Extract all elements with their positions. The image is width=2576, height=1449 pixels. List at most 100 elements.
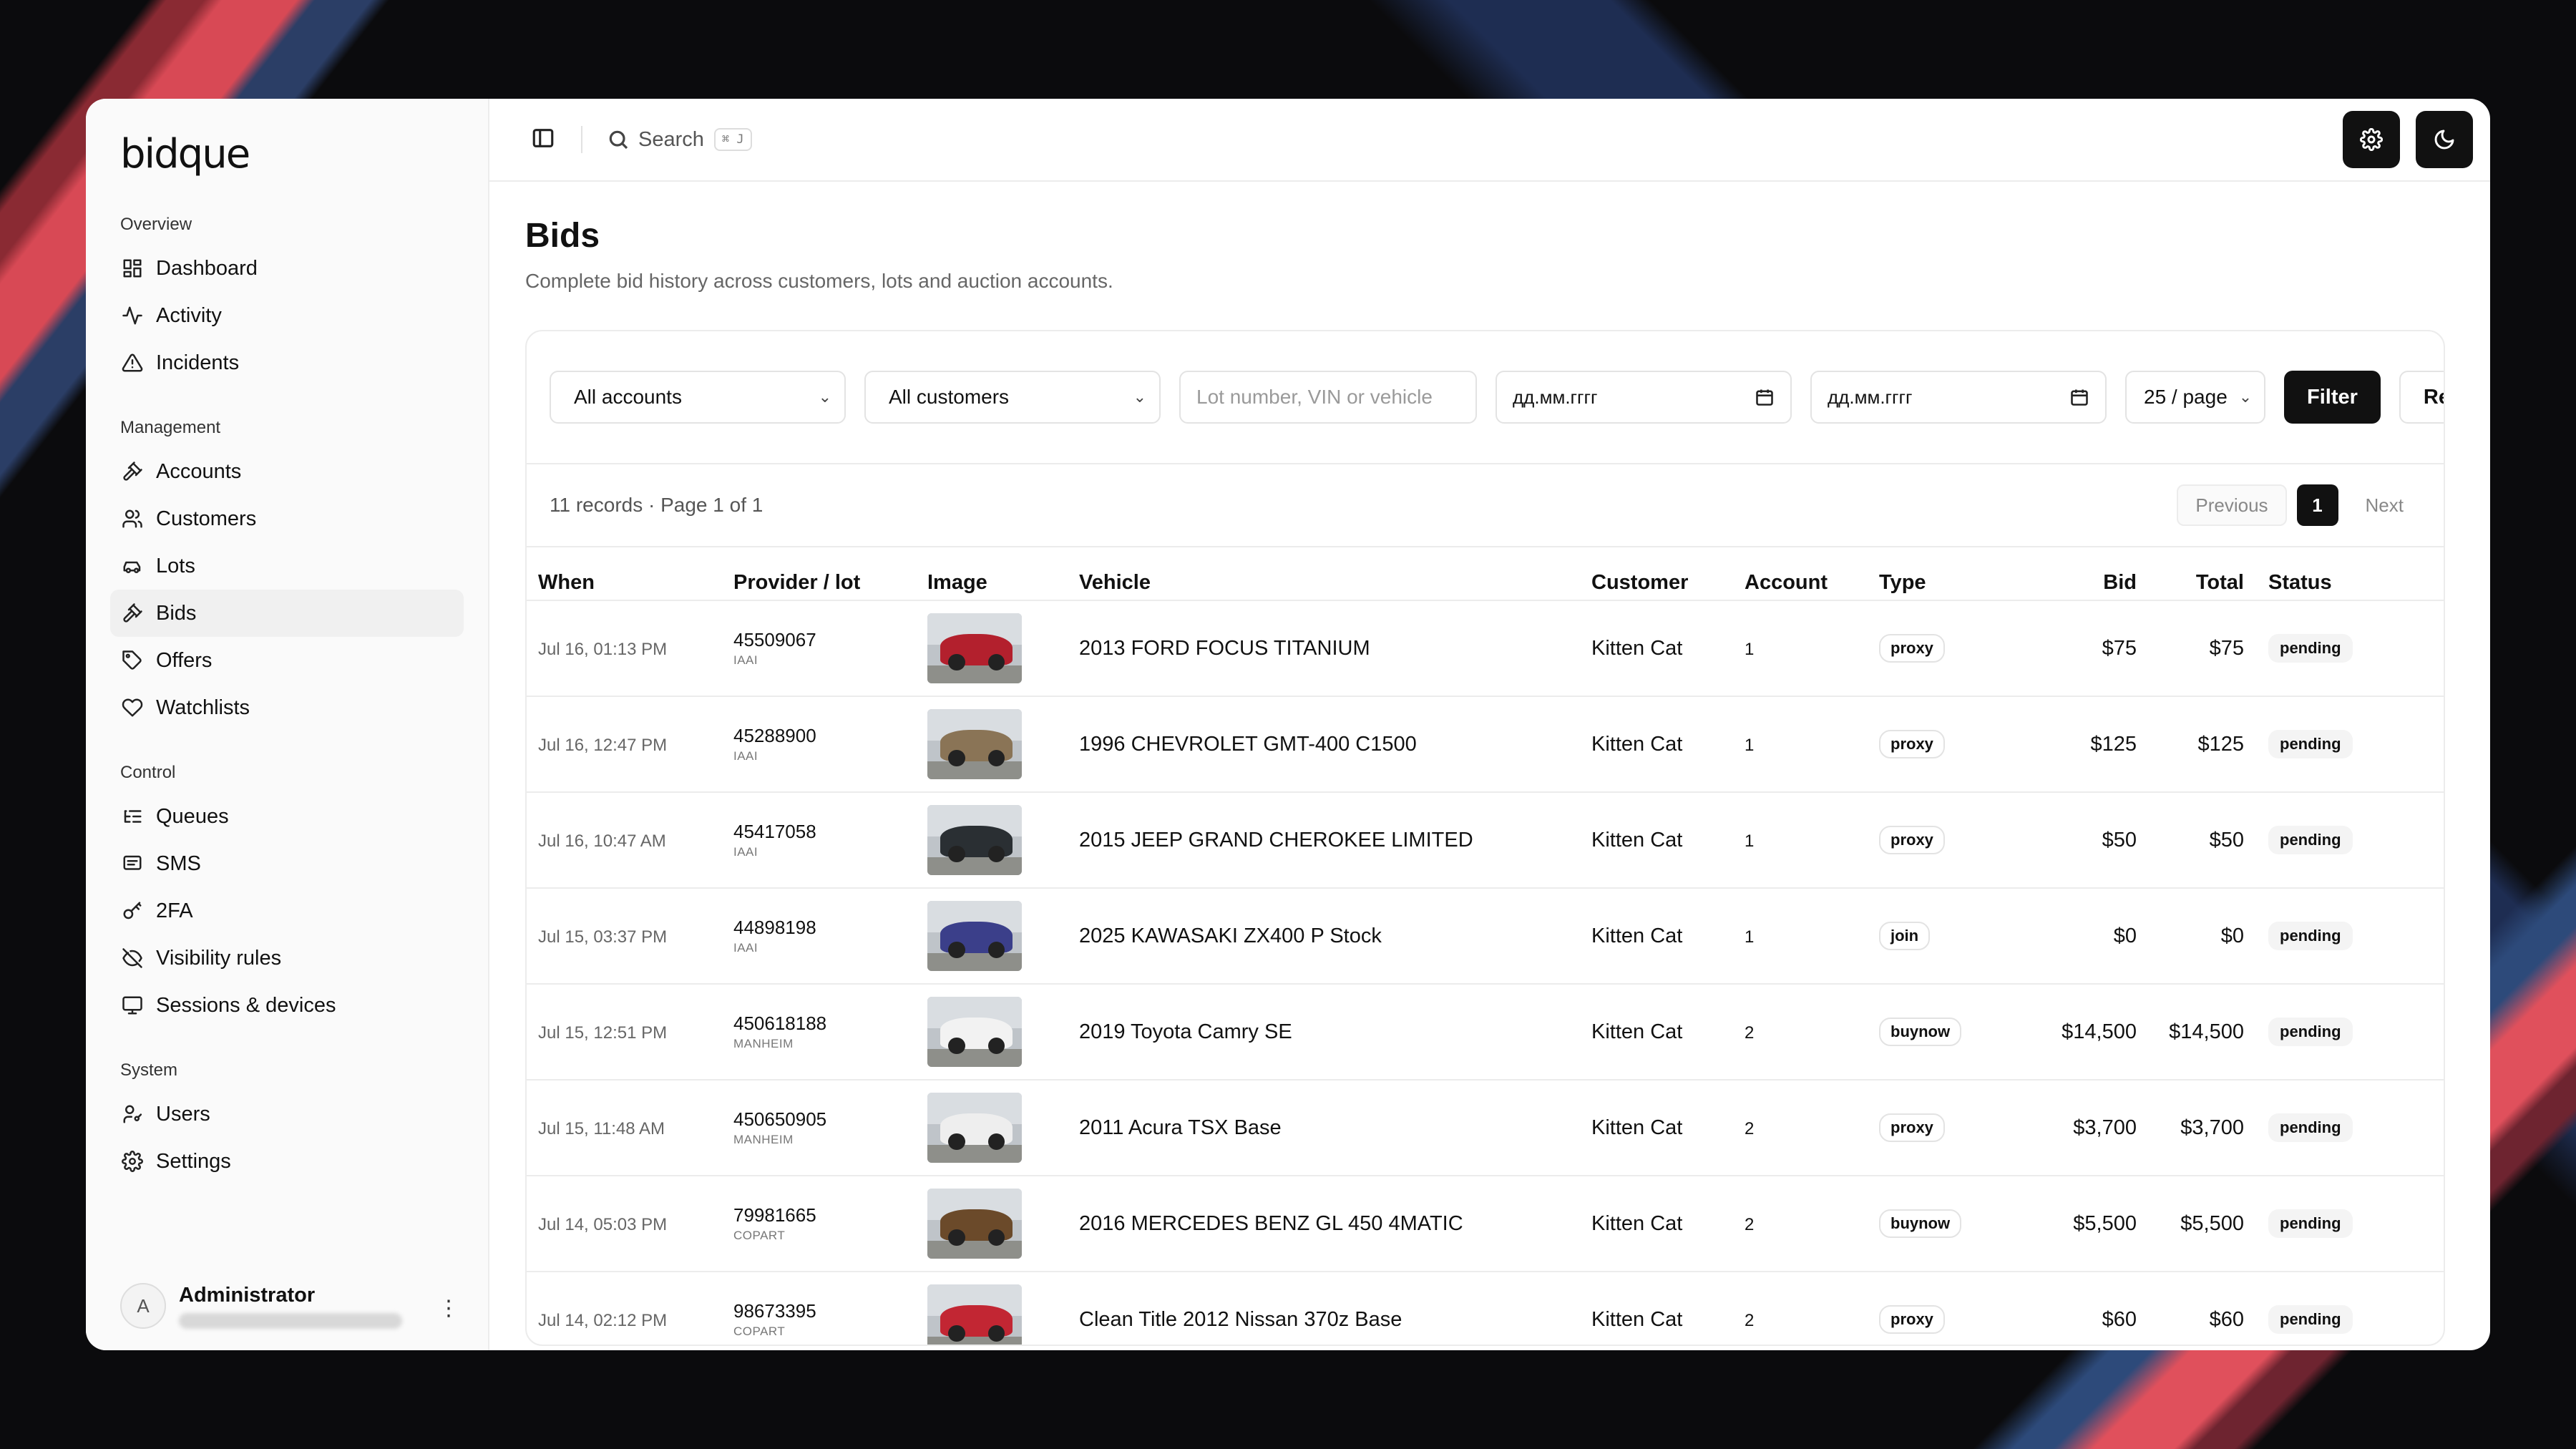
- gavel-icon: [120, 459, 145, 484]
- sidebar-item-dashboard[interactable]: Dashboard: [110, 245, 464, 292]
- vehicle-thumbnail[interactable]: [927, 709, 1022, 779]
- lot-number[interactable]: 44898198: [733, 917, 927, 939]
- sidebar-item-bids[interactable]: Bids: [110, 590, 464, 637]
- lot-number[interactable]: 79981665: [733, 1204, 927, 1226]
- per-page-select[interactable]: 25 / page ⌄: [2125, 371, 2265, 424]
- lot-number[interactable]: 45509067: [733, 629, 927, 651]
- customers-select-value: All customers: [889, 386, 1010, 408]
- table-row[interactable]: Jul 14, 02:12 PM 98673395 COPART Clean T…: [527, 1272, 2444, 1345]
- more-vertical-icon[interactable]: ⋮: [438, 1296, 459, 1321]
- table-row[interactable]: Jul 16, 12:47 PM 45288900 IAAI 1996 CHEV…: [527, 696, 2444, 792]
- customer-name[interactable]: Kitten Cat: [1591, 1308, 1682, 1331]
- user-profile[interactable]: A Administrator ⋮: [120, 1283, 492, 1329]
- date-to-input[interactable]: дд.мм.гггг: [1810, 371, 2107, 424]
- nav-group-label: Management: [120, 418, 221, 437]
- sidebar-item-sms[interactable]: SMS: [110, 840, 464, 887]
- accounts-select[interactable]: All accounts ⌄: [550, 371, 846, 424]
- table-row[interactable]: Jul 15, 03:37 PM 44898198 IAAI 2025 KAWA…: [527, 888, 2444, 984]
- reset-button[interactable]: Reset: [2399, 371, 2444, 424]
- customer-name[interactable]: Kitten Cat: [1591, 924, 1682, 947]
- bid-amount: $14,500: [2062, 1020, 2137, 1043]
- table-row[interactable]: Jul 14, 05:03 PM 79981665 COPART 2016 ME…: [527, 1176, 2444, 1272]
- sidebar-item-lots[interactable]: Lots: [110, 542, 464, 590]
- table-row[interactable]: Jul 16, 01:13 PM 45509067 IAAI 2013 FORD…: [527, 600, 2444, 696]
- sidebar-item-incidents[interactable]: Incidents: [110, 339, 464, 386]
- sidebar-item-settings[interactable]: Settings: [110, 1138, 464, 1185]
- vehicle-name[interactable]: 2015 JEEP GRAND CHEROKEE LIMITED: [1079, 829, 1473, 852]
- lot-number[interactable]: 45417058: [733, 821, 927, 843]
- sidebar-item-label: Settings: [156, 1149, 231, 1173]
- sidebar-item-activity[interactable]: Activity: [110, 292, 464, 339]
- page-subtitle: Complete bid history across customers, l…: [525, 270, 1113, 292]
- vehicle-thumbnail[interactable]: [927, 997, 1022, 1067]
- calendar-icon[interactable]: [2069, 387, 2089, 407]
- filter-button[interactable]: Filter: [2284, 371, 2381, 424]
- bid-amount: $50: [2102, 828, 2137, 852]
- vehicle-name[interactable]: 2016 MERCEDES BENZ GL 450 4MATIC: [1079, 1212, 1463, 1235]
- lot-search-input[interactable]: Lot number, VIN or vehicle: [1179, 371, 1477, 424]
- vehicle-thumbnail[interactable]: [927, 1284, 1022, 1345]
- bid-type-badge: proxy: [1879, 634, 1945, 663]
- vehicle-name[interactable]: 1996 CHEVROLET GMT-400 C1500: [1079, 733, 1417, 756]
- table-row[interactable]: Jul 15, 12:51 PM 450618188 MANHEIM 2019 …: [527, 984, 2444, 1080]
- page-1-button[interactable]: 1: [2296, 484, 2338, 526]
- sidebar-item-visibility-rules[interactable]: Visibility rules: [110, 935, 464, 982]
- next-page-button[interactable]: Next: [2348, 484, 2421, 526]
- monitor-icon: [120, 993, 145, 1018]
- vehicle-thumbnail[interactable]: [927, 1093, 1022, 1163]
- sidebar-item-sessions-and-devices[interactable]: Sessions & devices: [110, 982, 464, 1029]
- date-from-input[interactable]: дд.мм.гггг: [1496, 371, 1792, 424]
- table-row[interactable]: Jul 16, 10:47 AM 45417058 IAAI 2015 JEEP…: [527, 792, 2444, 888]
- customers-select[interactable]: All customers ⌄: [864, 371, 1161, 424]
- nav-group-control: Queues SMS 2FA Visibility rules Sessions…: [110, 793, 464, 1029]
- calendar-icon[interactable]: [1755, 387, 1775, 407]
- vehicle-name[interactable]: 2011 Acura TSX Base: [1079, 1116, 1282, 1139]
- sidebar-toggle-icon[interactable]: [531, 126, 555, 154]
- vehicle-name[interactable]: 2025 KAWASAKI ZX400 P Stock: [1079, 924, 1382, 947]
- settings-button[interactable]: [2343, 111, 2400, 168]
- customer-name[interactable]: Kitten Cat: [1591, 1116, 1682, 1139]
- customer-name[interactable]: Kitten Cat: [1591, 1020, 1682, 1043]
- status-badge: pending: [2268, 922, 2353, 950]
- vehicle-thumbnail[interactable]: [927, 805, 1022, 875]
- lot-number[interactable]: 98673395: [733, 1300, 927, 1322]
- pagination: Previous 1 Next: [2177, 484, 2421, 526]
- column-header-bid: Bid: [2103, 571, 2137, 594]
- sidebar-item-users[interactable]: Users: [110, 1091, 464, 1138]
- warning-icon: [120, 351, 145, 375]
- vehicle-name[interactable]: 2019 Toyota Camry SE: [1079, 1020, 1292, 1043]
- customer-name[interactable]: Kitten Cat: [1591, 1212, 1682, 1235]
- date-to-placeholder: дд.мм.гггг: [1828, 386, 1913, 408]
- total-amount: $50: [2209, 828, 2244, 852]
- vehicle-thumbnail[interactable]: [927, 613, 1022, 683]
- column-header-when: When: [538, 571, 595, 594]
- key-icon: [120, 899, 145, 923]
- vehicle-name[interactable]: 2013 FORD FOCUS TITANIUM: [1079, 637, 1370, 660]
- sidebar-item-2fa[interactable]: 2FA: [110, 887, 464, 935]
- lot-number[interactable]: 450618188: [733, 1013, 927, 1035]
- search-icon: [609, 130, 628, 150]
- customer-name[interactable]: Kitten Cat: [1591, 829, 1682, 852]
- bid-type-badge: buynow: [1879, 1018, 1962, 1046]
- vehicle-name[interactable]: Clean Title 2012 Nissan 370z Base: [1079, 1308, 1402, 1331]
- column-header-provider-lot: Provider / lot: [733, 571, 861, 594]
- customer-name[interactable]: Kitten Cat: [1591, 637, 1682, 660]
- theme-toggle-button[interactable]: [2416, 111, 2473, 168]
- search-button[interactable]: Search ⌘ J: [607, 128, 752, 152]
- customer-name[interactable]: Kitten Cat: [1591, 733, 1682, 756]
- lot-number[interactable]: 450650905: [733, 1108, 927, 1131]
- users-icon: [120, 507, 145, 531]
- sidebar-item-customers[interactable]: Customers: [110, 495, 464, 542]
- lot-number[interactable]: 45288900: [733, 725, 927, 747]
- previous-page-button[interactable]: Previous: [2177, 484, 2287, 526]
- sidebar-item-watchlists[interactable]: Watchlists: [110, 684, 464, 731]
- sidebar-item-offers[interactable]: Offers: [110, 637, 464, 684]
- vehicle-thumbnail[interactable]: [927, 901, 1022, 971]
- vehicle-thumbnail[interactable]: [927, 1189, 1022, 1259]
- sidebar-item-queues[interactable]: Queues: [110, 793, 464, 840]
- accounts-select-value: All accounts: [574, 386, 682, 408]
- table-row[interactable]: Jul 15, 11:48 AM 450650905 MANHEIM 2011 …: [527, 1080, 2444, 1176]
- sidebar-item-accounts[interactable]: Accounts: [110, 448, 464, 495]
- bid-type-badge: buynow: [1879, 1209, 1962, 1238]
- provider-name: IAAI: [733, 845, 758, 859]
